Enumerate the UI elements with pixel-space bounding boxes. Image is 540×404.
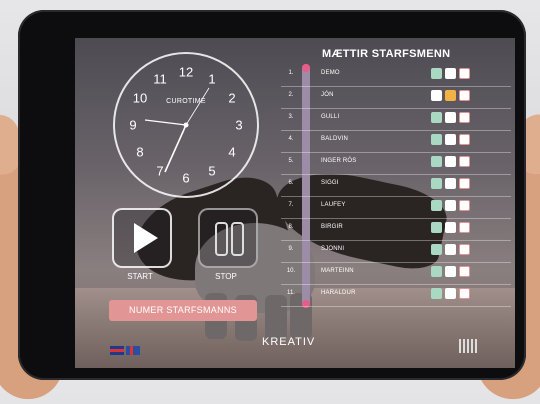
attendance-status-box[interactable] — [445, 266, 456, 277]
list-item-name: GULLI — [321, 114, 340, 120]
attendance-status-box[interactable] — [431, 200, 442, 211]
list-item[interactable]: 9. SJONNI — [281, 240, 511, 263]
attendance-status-box[interactable] — [431, 222, 442, 233]
list-item[interactable]: 1. DEMO — [281, 64, 511, 87]
attendance-status-box[interactable] — [431, 178, 442, 189]
list-item-index: 1. — [288, 70, 294, 76]
app-screen: CUROTIME 12 1 2 3 4 5 6 7 8 9 10 11 STAR… — [75, 38, 515, 368]
attendance-status-box[interactable] — [431, 156, 442, 167]
list-item-index: 5. — [288, 158, 294, 164]
list-item-name: SJONNI — [321, 246, 345, 252]
attendance-status-box[interactable] — [445, 178, 456, 189]
clock-number-7: 7 — [156, 163, 164, 179]
attendance-status-box[interactable] — [431, 68, 442, 79]
language-english-flag-icon[interactable] — [110, 346, 124, 355]
brand-logo: KREATIV — [262, 336, 316, 348]
attendance-status-box[interactable] — [459, 112, 470, 123]
list-item-name: BIRGIR — [321, 224, 343, 230]
attendance-status-box[interactable] — [459, 222, 470, 233]
list-item[interactable]: 8. BIRGIR — [281, 218, 511, 241]
clock-number-8: 8 — [136, 144, 144, 160]
clock-number-2: 2 — [228, 90, 236, 106]
attendance-status-box[interactable] — [431, 288, 442, 299]
list-item[interactable]: 5. INGER RÓS — [281, 152, 511, 175]
clock-number-5: 5 — [208, 163, 216, 179]
list-item[interactable]: 7. LAUFEY — [281, 196, 511, 219]
attendance-status-box[interactable] — [445, 134, 456, 145]
list-title: MÆTTIR STARFSMENN — [322, 48, 451, 60]
attendance-status-box[interactable] — [445, 156, 456, 167]
list-item-index: 3. — [288, 114, 294, 120]
list-item-name: LAUFEY — [321, 202, 346, 208]
language-icelandic-flag-icon[interactable] — [126, 346, 140, 355]
attendance-status-box[interactable] — [459, 134, 470, 145]
wall-clock: CUROTIME 12 1 2 3 4 5 6 7 8 9 10 11 — [113, 52, 259, 198]
list-item-name: MARTEINN — [321, 268, 354, 274]
attendance-status-box[interactable] — [431, 244, 442, 255]
attendance-status-box[interactable] — [445, 222, 456, 233]
tablet-frame: CUROTIME 12 1 2 3 4 5 6 7 8 9 10 11 STAR… — [18, 10, 526, 380]
attendance-status-box[interactable] — [431, 112, 442, 123]
clock-number-11: 11 — [153, 71, 167, 87]
clock-number-1: 1 — [208, 71, 216, 87]
list-item-name: HARALDUR — [321, 290, 356, 296]
list-item-index: 9. — [288, 246, 294, 252]
play-icon — [134, 223, 158, 253]
list-item-name: BALDVIN — [321, 136, 349, 142]
attendance-status-box[interactable] — [445, 288, 456, 299]
attendance-status-box[interactable] — [445, 244, 456, 255]
attendance-status-box[interactable] — [459, 156, 470, 167]
attendance-status-box[interactable] — [459, 68, 470, 79]
attendance-status-box[interactable] — [431, 90, 442, 101]
attendance-status-box[interactable] — [459, 266, 470, 277]
clock-number-6: 6 — [182, 170, 190, 186]
start-button[interactable] — [112, 208, 172, 268]
pause-icon-bar — [231, 222, 244, 256]
list-item-name: DEMO — [321, 70, 340, 76]
attendance-status-box[interactable] — [459, 288, 470, 299]
list-item-index: 4. — [288, 136, 294, 142]
attendance-status-box[interactable] — [431, 266, 442, 277]
clock-number-10: 10 — [132, 90, 148, 106]
list-item[interactable]: 3. GULLI — [281, 108, 511, 131]
attendance-status-box[interactable] — [445, 68, 456, 79]
stop-button[interactable] — [198, 208, 258, 268]
list-item[interactable]: 11. HARALDUR — [281, 284, 511, 307]
list-item-index: 8. — [288, 224, 294, 230]
list-item-index: 6. — [288, 180, 294, 186]
attendance-status-box[interactable] — [431, 134, 442, 145]
list-item-name: SIGGI — [321, 180, 339, 186]
clock-number-12: 12 — [178, 64, 194, 80]
list-item[interactable]: 2. JÓN — [281, 86, 511, 109]
list-item-index: 10. — [286, 268, 296, 274]
list-item[interactable]: 10. MARTEINN — [281, 262, 511, 285]
employee-number-button[interactable]: NUMER STARFSMANNS — [109, 300, 257, 321]
clock-number-4: 4 — [228, 144, 236, 160]
attendance-status-box[interactable] — [459, 244, 470, 255]
list-item-name: INGER RÓS — [321, 158, 357, 164]
attendance-status-box[interactable] — [445, 200, 456, 211]
list-item-name: JÓN — [321, 92, 334, 98]
clock-number-9: 9 — [129, 117, 137, 133]
list-item-index: 11. — [287, 290, 295, 296]
list-item-index: 2. — [288, 92, 294, 98]
attendance-status-box[interactable] — [459, 90, 470, 101]
attendance-status-box[interactable] — [459, 178, 470, 189]
stop-label: STOP — [215, 272, 237, 281]
clock-number-3: 3 — [235, 117, 243, 133]
list-item[interactable]: 6. SIGGI — [281, 174, 511, 197]
attendance-status-box[interactable] — [445, 90, 456, 101]
pause-icon — [215, 222, 228, 256]
start-label: START — [127, 272, 153, 281]
attendance-status-box[interactable] — [445, 112, 456, 123]
barcode-icon[interactable] — [459, 339, 479, 358]
attendance-status-box[interactable] — [459, 200, 470, 211]
list-item-index: 7. — [288, 202, 294, 208]
list-item[interactable]: 4. BALDVIN — [281, 130, 511, 153]
